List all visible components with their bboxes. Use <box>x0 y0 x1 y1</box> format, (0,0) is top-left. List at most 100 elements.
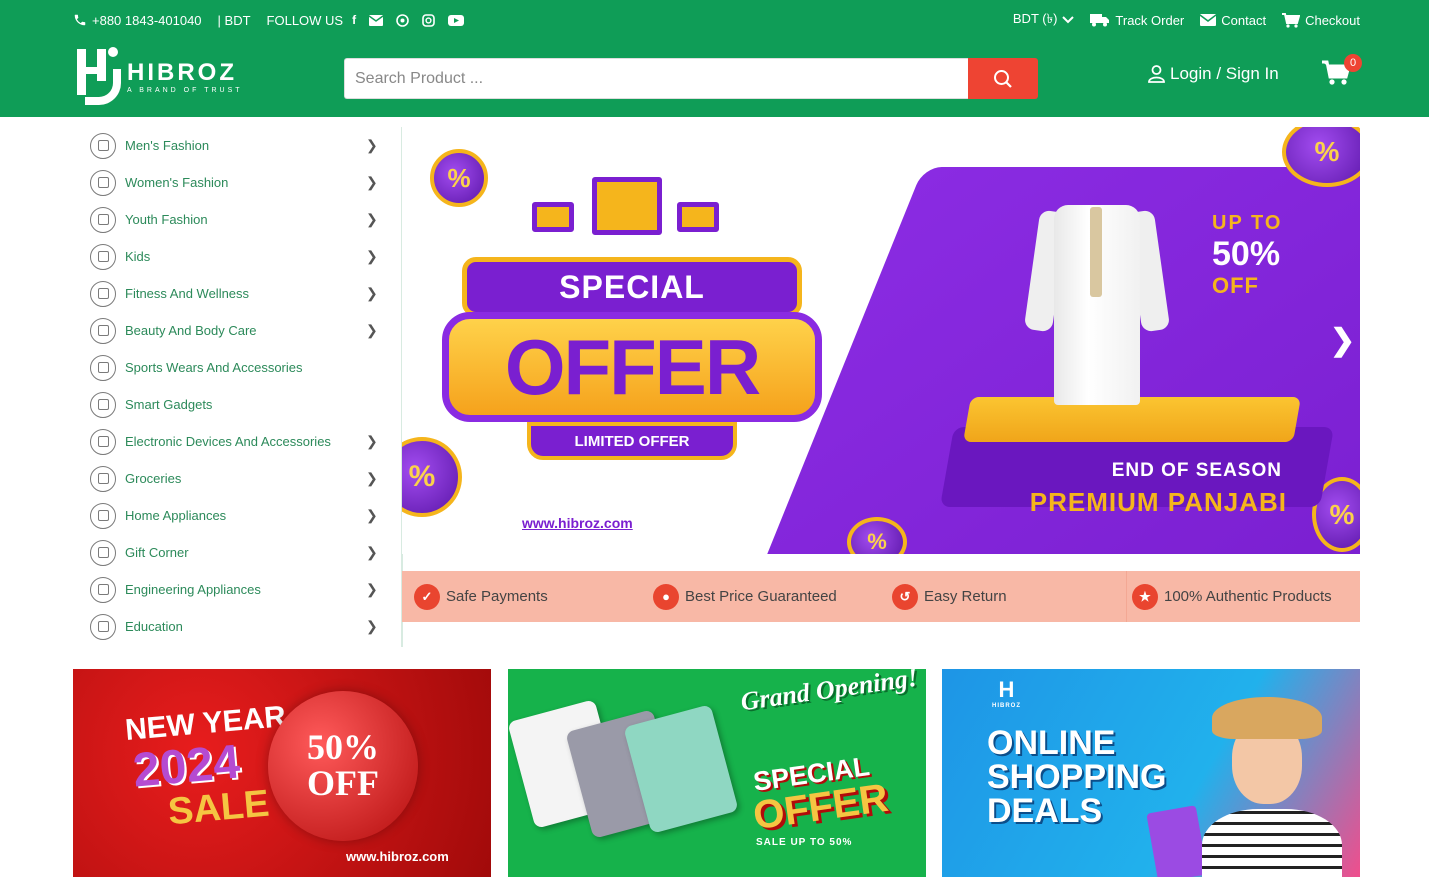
offer-label: OFFER <box>442 312 822 422</box>
chevron-right-icon: ❯ <box>366 470 378 486</box>
category-item[interactable]: Women's Fashion ❯ <box>73 164 401 201</box>
features-strip: ✓ Safe Payments ● Best Price Guaranteed … <box>402 571 1360 622</box>
category-item[interactable]: Men's Fashion ❯ <box>73 127 401 164</box>
track-order-link[interactable]: Track Order <box>1090 13 1184 28</box>
category-label: Beauty And Body Care <box>125 323 257 338</box>
track-order-label: Track Order <box>1115 12 1185 28</box>
category-item[interactable]: Smart Gadgets <box>73 386 401 423</box>
category-icon <box>90 613 116 640</box>
category-icon <box>90 391 116 418</box>
checkout-label: Checkout <box>1305 12 1360 28</box>
category-item[interactable]: Beauty And Body Care ❯ <box>73 312 401 349</box>
login-link[interactable]: Login / Sign In <box>1148 64 1279 84</box>
site-logo[interactable]: HIBROZ A BRAND OF TRUST <box>75 46 255 108</box>
slider-next-arrow-icon[interactable]: ❯ <box>1330 323 1355 358</box>
category-icon <box>90 354 116 381</box>
category-item[interactable]: Sports Wears And Accessories <box>73 349 401 386</box>
hero-url-link[interactable]: www.hibroz.com <box>522 515 633 531</box>
phone-number: +880 1843-401040 <box>92 12 202 28</box>
chevron-right-icon: ❯ <box>366 507 378 523</box>
category-label: Women's Fashion <box>125 175 229 190</box>
currency-select[interactable]: BDT (৳) <box>1013 10 1075 31</box>
category-item[interactable]: Youth Fashion ❯ <box>73 201 401 238</box>
category-item[interactable]: Fitness And Wellness ❯ <box>73 275 401 312</box>
search-icon <box>994 69 1012 88</box>
medal-icon: ★ <box>1132 583 1158 610</box>
category-icon <box>90 243 116 270</box>
contact-link[interactable]: Contact <box>1200 13 1266 28</box>
user-icon <box>1148 65 1165 83</box>
category-label: Home Appliances <box>125 508 227 523</box>
category-item[interactable]: Groceries ❯ <box>73 460 401 497</box>
instagram-icon[interactable] <box>422 13 435 27</box>
category-label: Education <box>125 619 183 634</box>
logo-mark <box>75 47 123 107</box>
category-icon <box>90 576 116 603</box>
hero-slider[interactable]: % % % % % SPECIAL OFFER LIMITED OFFER ww… <box>402 127 1360 554</box>
facebook-icon[interactable]: f <box>352 13 356 27</box>
chevron-right-icon: ❯ <box>366 248 378 264</box>
chevron-right-icon: ❯ <box>366 211 378 227</box>
promo-url-label: www.hibroz.com <box>346 849 449 864</box>
off-label: OFF <box>1212 273 1259 298</box>
chevron-right-icon: ❯ <box>366 137 378 153</box>
category-item[interactable]: Education ❯ <box>73 608 401 645</box>
feature-label: Safe Payments <box>446 588 548 605</box>
login-label: Login / Sign In <box>1170 64 1279 83</box>
search-button[interactable] <box>968 58 1038 99</box>
feature-item: ✓ Safe Payments <box>414 583 548 610</box>
search-input[interactable] <box>344 58 968 99</box>
category-item[interactable]: Gift Corner ❯ <box>73 534 401 571</box>
promo-banner-grand-opening[interactable]: Grand Opening! SPECIAL OFFER SALE UP TO … <box>508 669 926 877</box>
promo-off-label: 50% OFF <box>307 727 379 803</box>
follow-us-label: FOLLOW US <box>266 12 344 28</box>
category-sidebar: Men's Fashion ❯ Women's Fashion ❯ Youth Fa… <box>73 127 403 647</box>
category-item[interactable]: Kids ❯ <box>73 238 401 275</box>
cart-button[interactable]: 0 <box>1322 54 1362 90</box>
chevron-right-icon: ❯ <box>366 285 378 301</box>
category-item[interactable]: Engineering Appliances ❯ <box>73 571 401 608</box>
promo-sale-label: SALE <box>166 782 271 834</box>
social-links: f <box>352 13 465 27</box>
phone-link[interactable]: +880 1843-401040 <box>73 13 202 28</box>
cart-count-badge: 0 <box>1344 54 1362 72</box>
chevron-right-icon: ❯ <box>366 581 378 597</box>
whatsapp-icon[interactable] <box>396 13 409 27</box>
special-offer-badge: SPECIAL OFFER LIMITED OFFER <box>442 252 822 467</box>
brand-tagline: A BRAND OF TRUST <box>127 86 243 94</box>
premium-panjabi-label: PREMIUM PANJABI <box>1029 487 1287 517</box>
category-icon <box>90 280 116 307</box>
chevron-down-icon <box>1062 16 1075 24</box>
chevron-right-icon: ❯ <box>366 433 378 449</box>
category-item[interactable]: Home Appliances ❯ <box>73 497 401 534</box>
feature-label: Best Price Guaranteed <box>685 588 837 605</box>
contact-label: Contact <box>1221 12 1267 28</box>
price-tag-icon: ● <box>653 583 679 610</box>
percent-coin-icon: % <box>430 149 488 207</box>
logo-text: HIBROZ A BRAND OF TRUST <box>127 58 243 94</box>
youtube-icon[interactable] <box>448 14 465 26</box>
top-bar: +880 1843-401040 | BDT FOLLOW US f BDT (… <box>73 8 1360 32</box>
top-bar-left: +880 1843-401040 | BDT FOLLOW US f <box>73 13 480 28</box>
grand-opening-label: Grand Opening! <box>738 669 920 717</box>
upto-label: UP TO <box>1212 212 1283 234</box>
category-icon <box>90 132 116 159</box>
truck-icon <box>1090 14 1110 27</box>
checkout-link[interactable]: Checkout <box>1282 12 1360 28</box>
email-icon[interactable] <box>369 14 384 26</box>
promo-banner-online-shopping[interactable]: H HIBROZ ONLINE SHOPPING DEALS <box>942 669 1360 877</box>
currency-indicator: | BDT <box>218 13 251 28</box>
promo-banner-new-year[interactable]: NEW YEAR 2024 SALE 50% OFF www.hibroz.co… <box>73 669 491 877</box>
feature-label: 100% Authentic Products <box>1164 588 1332 605</box>
cart-small-icon <box>1282 12 1301 28</box>
panjabi-image <box>1023 195 1171 410</box>
limited-offer-label: LIMITED OFFER <box>527 422 737 460</box>
category-icon <box>90 428 116 455</box>
chevron-right-icon: ❯ <box>366 544 378 560</box>
special-label: SPECIAL <box>462 257 802 317</box>
shopping-bag-image <box>1146 805 1208 877</box>
category-icon <box>90 539 116 566</box>
brand-name: HIBROZ <box>127 58 237 86</box>
top-bar-right: BDT (৳) Track Order Contact Checkout <box>997 10 1360 31</box>
category-item[interactable]: Electronic Devices And Accessories ❯ <box>73 423 401 460</box>
